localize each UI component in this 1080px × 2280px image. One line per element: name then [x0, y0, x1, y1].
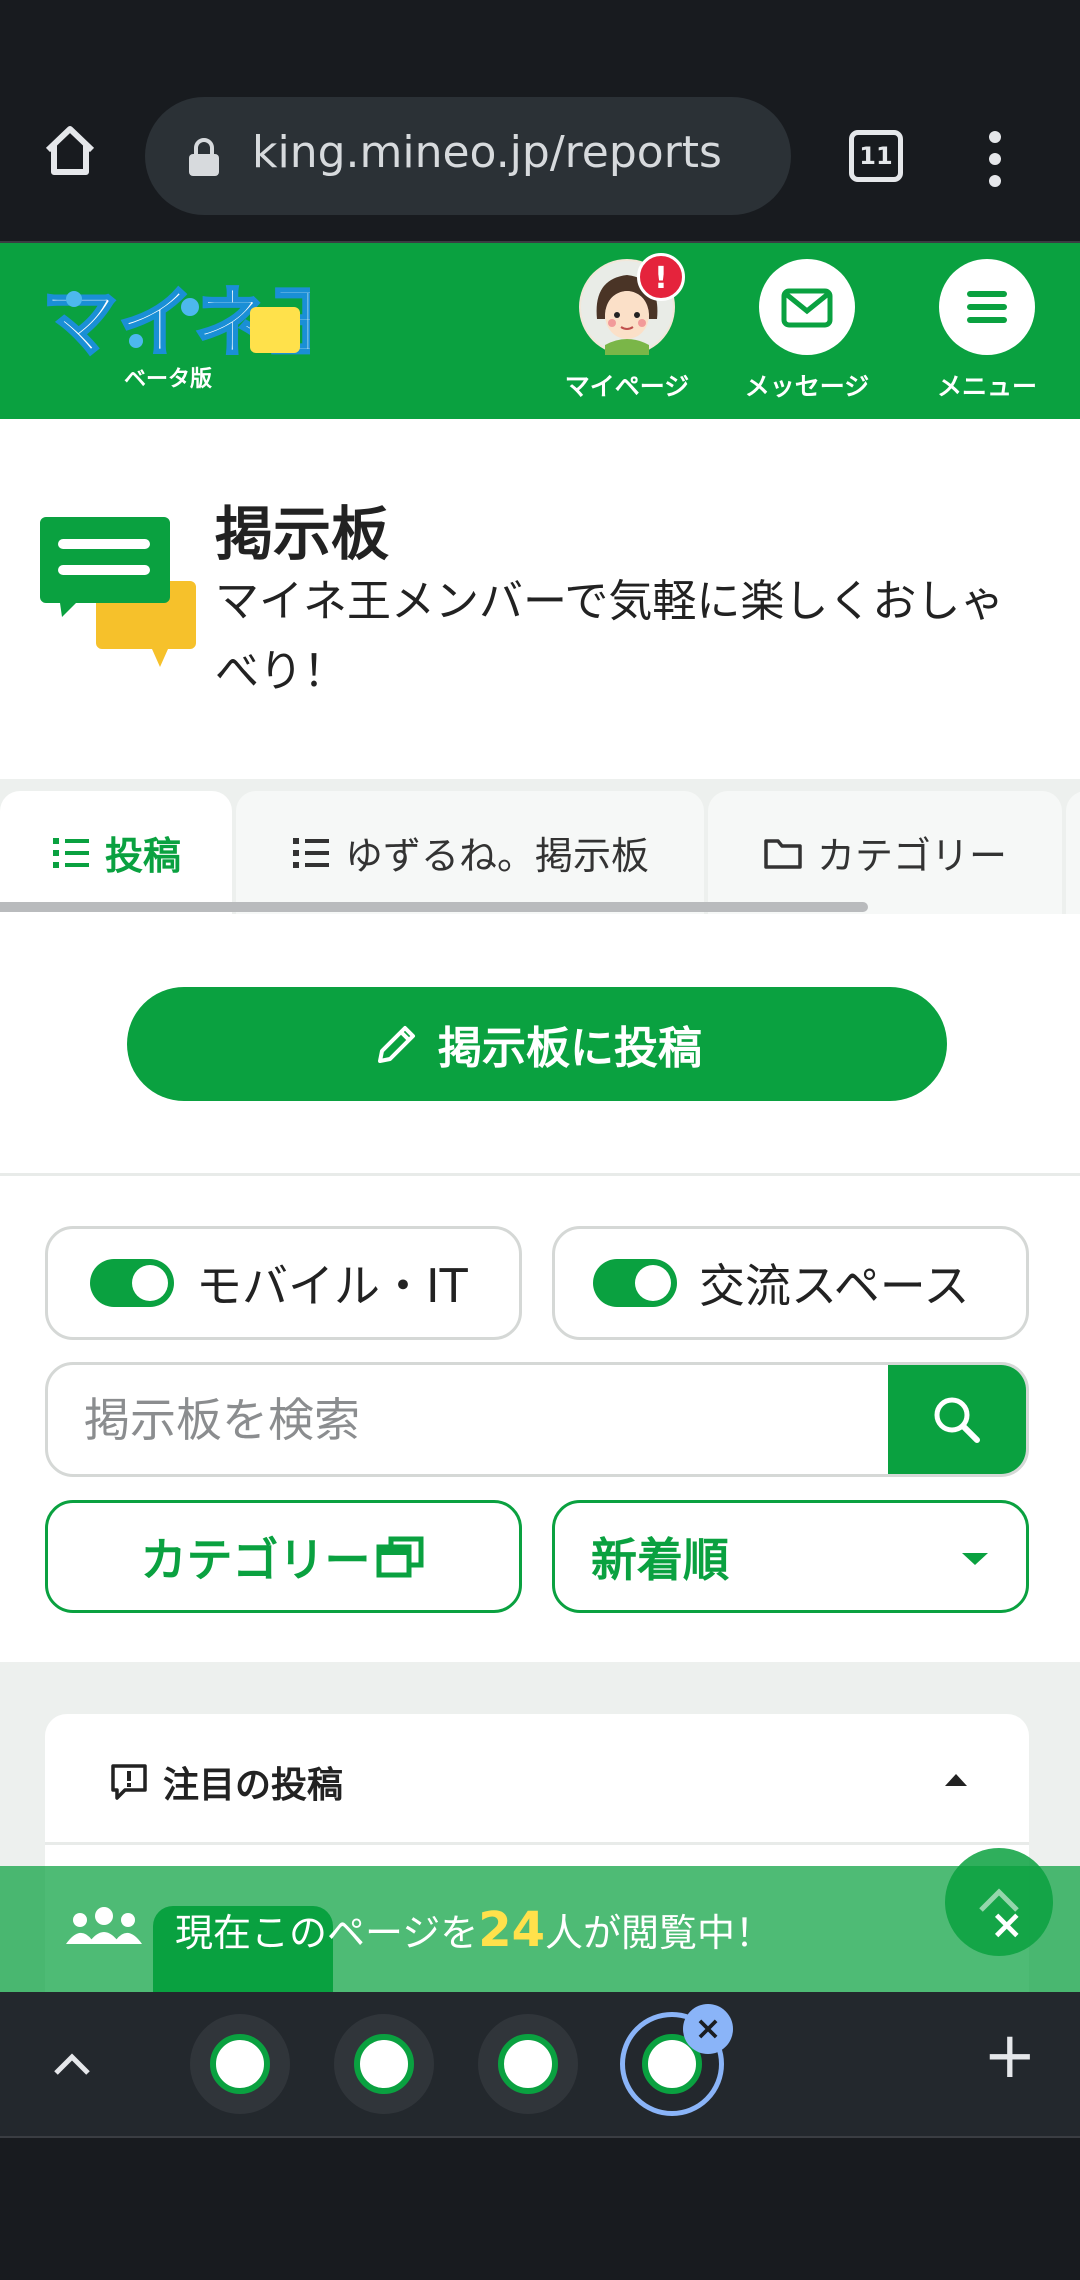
banner-close-icon[interactable]: ×: [990, 1902, 1024, 1948]
post-to-board-button[interactable]: 掲示板に投稿: [127, 987, 947, 1101]
menu-link[interactable]: メニュー: [912, 259, 1062, 403]
mineo-favicon-icon: [498, 2034, 558, 2094]
banner-suffix: 人が閲覧中！: [545, 1911, 774, 1955]
post-section: 掲示板に投稿: [0, 914, 1080, 1174]
tab-switcher-button[interactable]: 11: [849, 130, 903, 182]
viewer-count-text: 現在このページを24人が閲覧中！: [175, 1902, 773, 1958]
search-box: [45, 1362, 1029, 1477]
tab-group-tab-3[interactable]: [478, 2014, 578, 2114]
toggle-label: モバイル・IT: [196, 1259, 468, 1313]
search-icon: [934, 1397, 980, 1443]
window-icon: [376, 1536, 423, 1577]
logo-beta-label: ベータ版: [124, 367, 213, 392]
toggle-social-space[interactable]: 交流スペース: [552, 1226, 1029, 1340]
page-subtitle: マイネ王メンバーで気軽に楽しくおしゃべり！: [215, 576, 1005, 697]
home-icon[interactable]: [40, 120, 100, 180]
featured-heading[interactable]: 注目の投稿: [109, 1756, 343, 1808]
featured-heading-text: 注目の投稿: [163, 1765, 344, 1806]
tab-label: ゆずるね。掲示板: [344, 834, 649, 878]
list-icon: [52, 837, 89, 868]
expand-up-icon[interactable]: [50, 2047, 94, 2083]
mypage-label: マイページ: [564, 372, 690, 401]
tab-group-bar: × +: [0, 1992, 1080, 2136]
tab-label: 投稿: [104, 834, 181, 878]
tab-scrollbar[interactable]: [0, 902, 868, 912]
toggle-switch[interactable]: [593, 1259, 677, 1307]
lock-icon: [189, 138, 219, 176]
toggle-label: 交流スペース: [699, 1259, 970, 1313]
message-circle: [759, 259, 855, 355]
mineo-favicon-icon: [210, 2034, 270, 2094]
category-button-label: カテゴリー: [140, 1532, 371, 1587]
tab-group-tab-1[interactable]: [190, 2014, 290, 2114]
viewer-count-banner: 現在このページを24人が閲覧中！: [0, 1866, 1080, 1992]
more-options-icon[interactable]: [980, 127, 1010, 187]
url-bar[interactable]: king.mineo.jp/reports: [145, 97, 791, 215]
tab-group-tab-2[interactable]: [334, 2014, 434, 2114]
chat-bubbles-icon: [40, 517, 196, 667]
hamburger-icon: [967, 291, 1007, 323]
toggle-mobile-it[interactable]: モバイル・IT: [45, 1226, 522, 1340]
category-button[interactable]: カテゴリー: [45, 1500, 522, 1613]
toggle-switch[interactable]: [90, 1259, 174, 1307]
page-header: 掲示板 マイネ王メンバーで気軽に楽しくおしゃべり！: [0, 419, 1080, 779]
sort-select-value: 新着順: [591, 1532, 729, 1587]
notification-badge: !: [637, 253, 685, 301]
filter-section: モバイル・IT 交流スペース カテゴリー 新着順: [0, 1176, 1080, 1662]
tab-bar: 投稿 ゆずるね。掲示板 カテゴリー: [0, 779, 1080, 914]
mineo-favicon-icon: [354, 2034, 414, 2094]
pencil-icon: [378, 1026, 415, 1063]
avatar: !: [579, 253, 685, 355]
search-button[interactable]: [888, 1365, 1026, 1474]
tab-category[interactable]: カテゴリー: [708, 791, 1062, 914]
new-tab-icon[interactable]: +: [983, 2024, 1037, 2088]
chevron-down-icon: [962, 1553, 988, 1565]
page-title: 掲示板: [215, 500, 390, 568]
banner-prefix: 現在このページを: [175, 1911, 479, 1955]
menu-circle: [939, 259, 1035, 355]
viewer-count: 24: [478, 1902, 546, 1958]
collapse-caret-icon[interactable]: [945, 1774, 967, 1786]
list-icon: [292, 837, 329, 868]
search-input[interactable]: [84, 1365, 864, 1474]
message-link[interactable]: メッセージ: [732, 259, 882, 403]
site-header: マイネ王 ベータ版 ! マイページ: [0, 243, 1080, 419]
alert-comment-icon: [111, 1764, 147, 1800]
tab-posts[interactable]: 投稿: [0, 791, 232, 914]
people-icon: [66, 1907, 142, 1944]
tab-yuzurune[interactable]: ゆずるね。掲示板: [236, 791, 704, 914]
system-nav-bar: [0, 2136, 1080, 2280]
folder-icon: [764, 838, 802, 869]
close-tab-icon[interactable]: ×: [683, 2004, 733, 2054]
post-button-label: 掲示板に投稿: [438, 1023, 702, 1074]
url-text: king.mineo.jp/reports: [252, 127, 722, 178]
browser-toolbar: king.mineo.jp/reports 11: [0, 0, 1080, 241]
tab-partial[interactable]: [1066, 791, 1080, 914]
featured-divider: [45, 1842, 1029, 1845]
envelope-icon: [781, 288, 833, 328]
menu-label: メニュー: [936, 372, 1037, 401]
mypage-link[interactable]: ! マイページ: [552, 253, 702, 403]
message-label: メッセージ: [744, 372, 870, 401]
sort-select[interactable]: 新着順: [552, 1500, 1029, 1613]
tab-label: カテゴリー: [816, 834, 1007, 878]
